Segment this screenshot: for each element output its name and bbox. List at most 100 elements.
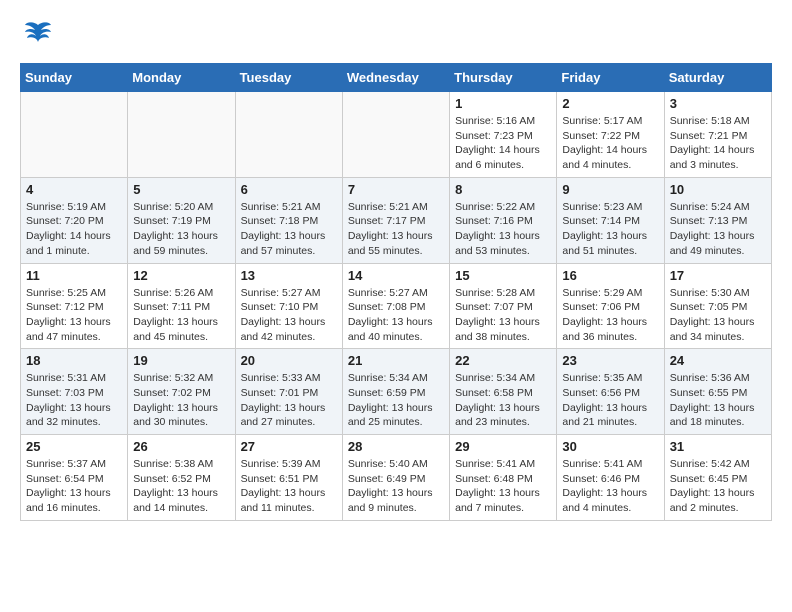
calendar-day-cell: 29Sunrise: 5:41 AM Sunset: 6:48 PM Dayli… [450,435,557,521]
day-info: Sunrise: 5:38 AM Sunset: 6:52 PM Dayligh… [133,457,229,516]
day-info: Sunrise: 5:16 AM Sunset: 7:23 PM Dayligh… [455,114,551,173]
day-number: 13 [241,268,337,283]
calendar-day-cell: 10 Sunrise: 5:24 AM Sunset: 7:13 PM Dayli… [664,177,771,263]
day-number: 4 [26,182,122,197]
calendar-day-cell: 15 Sunrise: 5:28 AM Sunset: 7:07 PM Dayli… [450,263,557,349]
day-info: Sunrise: 5:33 AM Sunset: 7:01 PM Dayligh… [241,371,337,430]
calendar-day-cell: 4Sunrise: 5:19 AM Sunset: 7:20 PM Daylig… [21,177,128,263]
day-number: 19 [133,353,229,368]
calendar-day-cell: 31 Sunrise: 5:42 AM Sunset: 6:45 PM Dayli… [664,435,771,521]
day-info: Sunrise: 5:27 AM Sunset: 7:08 PM Dayligh… [348,286,444,345]
day-number: 15 [455,268,551,283]
day-info: Sunrise: 5:32 AM Sunset: 7:02 PM Dayligh… [133,371,229,430]
calendar-week-row: 25 Sunrise: 5:37 AM Sunset: 6:54 PM Dayli… [21,435,772,521]
day-number: 21 [348,353,444,368]
day-info: Sunrise: 5:24 AM Sunset: 7:13 PM Dayligh… [670,200,766,259]
calendar-day-cell: 28Sunrise: 5:40 AM Sunset: 6:49 PM Dayli… [342,435,449,521]
day-number: 7 [348,182,444,197]
day-of-week-header: Sunday [21,64,128,92]
calendar-day-cell: 19 Sunrise: 5:32 AM Sunset: 7:02 PM Dayli… [128,349,235,435]
calendar-day-cell: 5Sunrise: 5:20 AM Sunset: 7:19 PM Daylig… [128,177,235,263]
day-info: Sunrise: 5:36 AM Sunset: 6:55 PM Dayligh… [670,371,766,430]
calendar-day-cell: 3 Sunrise: 5:18 AM Sunset: 7:21 PM Daylig… [664,92,771,178]
calendar-day-cell: 24 Sunrise: 5:36 AM Sunset: 6:55 PM Dayli… [664,349,771,435]
day-number: 30 [562,439,658,454]
day-number: 8 [455,182,551,197]
day-info: Sunrise: 5:41 AM Sunset: 6:48 PM Dayligh… [455,457,551,516]
calendar-day-cell: 26 Sunrise: 5:38 AM Sunset: 6:52 PM Dayli… [128,435,235,521]
calendar-day-cell: 14Sunrise: 5:27 AM Sunset: 7:08 PM Dayli… [342,263,449,349]
day-info: Sunrise: 5:31 AM Sunset: 7:03 PM Dayligh… [26,371,122,430]
day-info: Sunrise: 5:35 AM Sunset: 6:56 PM Dayligh… [562,371,658,430]
day-number: 3 [670,96,766,111]
day-number: 26 [133,439,229,454]
day-number: 12 [133,268,229,283]
calendar-day-cell: 25 Sunrise: 5:37 AM Sunset: 6:54 PM Dayli… [21,435,128,521]
day-info: Sunrise: 5:29 AM Sunset: 7:06 PM Dayligh… [562,286,658,345]
day-number: 10 [670,182,766,197]
day-number: 17 [670,268,766,283]
logo-bird-icon [23,20,53,53]
calendar-day-cell: 20 Sunrise: 5:33 AM Sunset: 7:01 PM Dayli… [235,349,342,435]
day-number: 16 [562,268,658,283]
calendar-week-row: 4Sunrise: 5:19 AM Sunset: 7:20 PM Daylig… [21,177,772,263]
calendar-day-cell [21,92,128,178]
day-of-week-header: Wednesday [342,64,449,92]
day-of-week-header: Monday [128,64,235,92]
day-info: Sunrise: 5:25 AM Sunset: 7:12 PM Dayligh… [26,286,122,345]
day-number: 27 [241,439,337,454]
calendar-header-row: SundayMondayTuesdayWednesdayThursdayFrid… [21,64,772,92]
day-of-week-header: Tuesday [235,64,342,92]
calendar-day-cell: 12 Sunrise: 5:26 AM Sunset: 7:11 PM Dayli… [128,263,235,349]
day-number: 5 [133,182,229,197]
calendar-day-cell: 23 Sunrise: 5:35 AM Sunset: 6:56 PM Dayli… [557,349,664,435]
day-info: Sunrise: 5:17 AM Sunset: 7:22 PM Dayligh… [562,114,658,173]
calendar-day-cell: 27Sunrise: 5:39 AM Sunset: 6:51 PM Dayli… [235,435,342,521]
day-info: Sunrise: 5:18 AM Sunset: 7:21 PM Dayligh… [670,114,766,173]
calendar-day-cell: 8 Sunrise: 5:22 AM Sunset: 7:16 PM Daylig… [450,177,557,263]
day-info: Sunrise: 5:22 AM Sunset: 7:16 PM Dayligh… [455,200,551,259]
calendar-day-cell: 2 Sunrise: 5:17 AM Sunset: 7:22 PM Daylig… [557,92,664,178]
day-info: Sunrise: 5:37 AM Sunset: 6:54 PM Dayligh… [26,457,122,516]
day-number: 23 [562,353,658,368]
day-of-week-header: Thursday [450,64,557,92]
calendar-day-cell: 11 Sunrise: 5:25 AM Sunset: 7:12 PM Dayli… [21,263,128,349]
day-number: 11 [26,268,122,283]
day-number: 25 [26,439,122,454]
calendar-day-cell: 13 Sunrise: 5:27 AM Sunset: 7:10 PM Dayli… [235,263,342,349]
day-number: 31 [670,439,766,454]
day-number: 22 [455,353,551,368]
day-info: Sunrise: 5:42 AM Sunset: 6:45 PM Dayligh… [670,457,766,516]
day-number: 1 [455,96,551,111]
calendar-table: SundayMondayTuesdayWednesdayThursdayFrid… [20,63,772,521]
day-number: 2 [562,96,658,111]
logo [20,20,53,53]
calendar-day-cell: 18 Sunrise: 5:31 AM Sunset: 7:03 PM Dayli… [21,349,128,435]
calendar-week-row: 1 Sunrise: 5:16 AM Sunset: 7:23 PM Daylig… [21,92,772,178]
day-info: Sunrise: 5:21 AM Sunset: 7:17 PM Dayligh… [348,200,444,259]
day-of-week-header: Saturday [664,64,771,92]
day-number: 20 [241,353,337,368]
calendar-day-cell: 9Sunrise: 5:23 AM Sunset: 7:14 PM Daylig… [557,177,664,263]
day-info: Sunrise: 5:21 AM Sunset: 7:18 PM Dayligh… [241,200,337,259]
calendar-day-cell: 30 Sunrise: 5:41 AM Sunset: 6:46 PM Dayli… [557,435,664,521]
day-info: Sunrise: 5:40 AM Sunset: 6:49 PM Dayligh… [348,457,444,516]
day-number: 18 [26,353,122,368]
day-info: Sunrise: 5:27 AM Sunset: 7:10 PM Dayligh… [241,286,337,345]
day-number: 24 [670,353,766,368]
calendar-day-cell [235,92,342,178]
day-info: Sunrise: 5:34 AM Sunset: 6:58 PM Dayligh… [455,371,551,430]
calendar-week-row: 18 Sunrise: 5:31 AM Sunset: 7:03 PM Dayli… [21,349,772,435]
day-number: 6 [241,182,337,197]
day-info: Sunrise: 5:23 AM Sunset: 7:14 PM Dayligh… [562,200,658,259]
day-info: Sunrise: 5:28 AM Sunset: 7:07 PM Dayligh… [455,286,551,345]
day-info: Sunrise: 5:26 AM Sunset: 7:11 PM Dayligh… [133,286,229,345]
calendar-day-cell: 1 Sunrise: 5:16 AM Sunset: 7:23 PM Daylig… [450,92,557,178]
day-info: Sunrise: 5:41 AM Sunset: 6:46 PM Dayligh… [562,457,658,516]
calendar-day-cell: 21Sunrise: 5:34 AM Sunset: 6:59 PM Dayli… [342,349,449,435]
calendar-day-cell [342,92,449,178]
calendar-day-cell [128,92,235,178]
calendar-day-cell: 22 Sunrise: 5:34 AM Sunset: 6:58 PM Dayli… [450,349,557,435]
calendar-day-cell: 7 Sunrise: 5:21 AM Sunset: 7:17 PM Daylig… [342,177,449,263]
day-info: Sunrise: 5:30 AM Sunset: 7:05 PM Dayligh… [670,286,766,345]
